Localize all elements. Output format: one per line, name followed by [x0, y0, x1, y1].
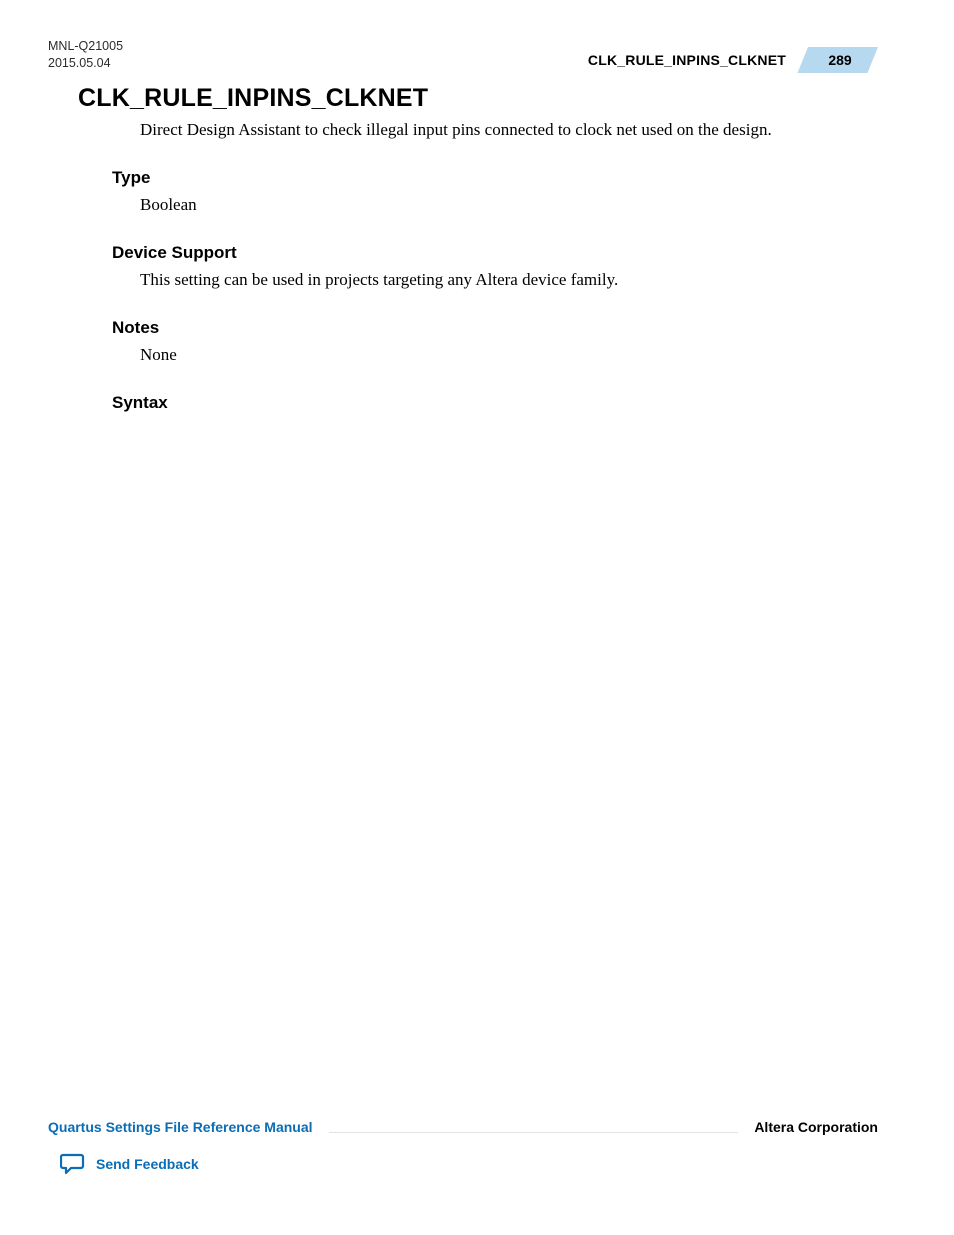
header-section-title: CLK_RULE_INPINS_CLKNET: [588, 52, 786, 68]
intro-paragraph: Direct Design Assistant to check illegal…: [140, 119, 878, 142]
section-label-notes: Notes: [112, 318, 878, 338]
page-title: CLK_RULE_INPINS_CLKNET: [78, 84, 878, 113]
manual-name-link[interactable]: Quartus Settings File Reference Manual: [48, 1119, 313, 1135]
header-right: CLK_RULE_INPINS_CLKNET 289: [588, 47, 878, 73]
doc-date: 2015.05.04: [48, 55, 123, 72]
doc-id: MNL-Q21005: [48, 38, 123, 55]
footer-separator: [329, 1120, 739, 1134]
doc-id-block: MNL-Q21005 2015.05.04: [48, 38, 123, 72]
page-footer: Quartus Settings File Reference Manual A…: [48, 1119, 878, 1175]
section-body-type: Boolean: [140, 194, 878, 217]
page-content: CLK_RULE_INPINS_CLKNET Direct Design Ass…: [78, 84, 878, 419]
footer-top-row: Quartus Settings File Reference Manual A…: [48, 1119, 878, 1135]
section-label-device-support: Device Support: [112, 243, 878, 263]
section-body-device-support: This setting can be used in projects tar…: [140, 269, 878, 292]
feedback-row: Send Feedback: [60, 1153, 878, 1175]
send-feedback-link[interactable]: Send Feedback: [96, 1156, 199, 1172]
section-body-notes: None: [140, 344, 878, 367]
page-number: 289: [808, 47, 878, 73]
page-number-badge: 289: [808, 47, 878, 73]
corporation-name: Altera Corporation: [754, 1119, 878, 1135]
page-header: MNL-Q21005 2015.05.04 CLK_RULE_INPINS_CL…: [48, 38, 878, 78]
section-label-syntax: Syntax: [112, 393, 878, 413]
section-label-type: Type: [112, 168, 878, 188]
speech-bubble-icon: [60, 1153, 86, 1175]
